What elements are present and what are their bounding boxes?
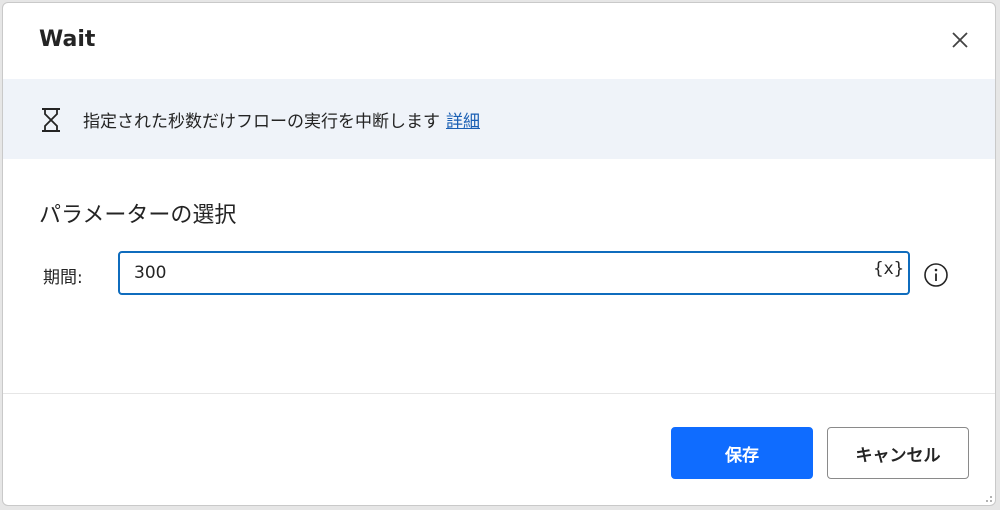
resize-grip-icon[interactable] — [981, 491, 993, 503]
cancel-button[interactable]: キャンセル — [827, 427, 969, 479]
variable-picker-button[interactable]: {x} — [873, 259, 904, 279]
duration-input[interactable]: 300 {x} — [118, 251, 910, 295]
wait-dialog: Wait 指定された秒数だけフローの実行を中断します 詳細 パラメーターの選択 期… — [2, 2, 996, 506]
hourglass-icon — [42, 108, 60, 132]
info-text: 指定された秒数だけフローの実行を中断します — [83, 112, 440, 132]
close-icon — [952, 32, 968, 48]
dialog-titlebar: Wait — [3, 3, 995, 79]
duration-input-value[interactable]: 300 — [134, 263, 166, 283]
dialog-title: Wait — [39, 27, 96, 52]
details-link[interactable]: 詳細 — [446, 112, 480, 132]
parameters-section-title: パラメーターの選択 — [39, 203, 237, 228]
close-button[interactable] — [947, 27, 973, 53]
save-button[interactable]: 保存 — [671, 427, 813, 479]
footer-divider — [3, 393, 995, 394]
info-description: 指定された秒数だけフローの実行を中断します 詳細 — [83, 107, 480, 132]
info-bar: 指定された秒数だけフローの実行を中断します 詳細 — [3, 79, 995, 159]
info-circle-icon[interactable] — [923, 262, 949, 288]
duration-label: 期間: — [43, 268, 83, 288]
